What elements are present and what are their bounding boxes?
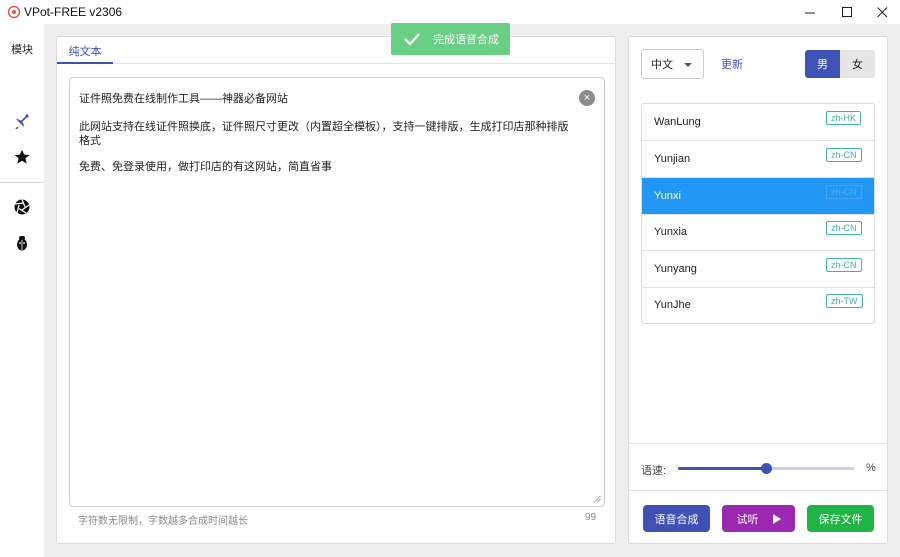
tab-active-indicator [57,62,113,64]
text-input-area[interactable]: 证件照免费在线制作工具——神器必备网站 此网站支持在线证件照换底，证件照尺寸更改… [69,77,605,507]
voice-locale-badge: zh-TW [826,294,863,308]
voice-item-selected[interactable]: Yunxi zh-CN [642,178,874,215]
speed-slider[interactable] [678,463,854,474]
speed-divider [629,443,887,444]
aperture-icon[interactable] [13,198,31,216]
maximize-icon[interactable] [829,0,865,24]
voice-name: Yunxi [654,190,681,202]
gender-male-button[interactable]: 男 [805,50,840,78]
title-bar: VPot-FREE v2306 [0,0,900,24]
voice-item[interactable]: WanLung zh-HK [642,104,874,141]
voice-item[interactable]: Yunyang zh-CN [642,251,874,288]
voice-list: WanLung zh-HK Yunjian zh-CN Yunxi zh-CN … [641,103,875,324]
voice-name: Yunyang [654,263,697,275]
gender-female-button[interactable]: 女 [840,50,875,78]
play-icon [772,513,781,524]
speed-label: 语速: [641,465,667,477]
voice-locale-badge: zh-CN [826,148,862,162]
tab-bar-divider [57,63,617,64]
voice-name: YunJhe [654,299,691,311]
minimize-icon[interactable] [792,0,828,24]
toast-message: 完成语音合成 [433,34,499,46]
module-sidebar: 模块 [0,24,44,557]
satellite-dish-icon[interactable] [13,112,31,130]
resize-handle-icon[interactable] [593,495,601,503]
language-select[interactable]: 中文 [641,49,704,79]
close-icon[interactable] [864,0,900,24]
listen-button[interactable]: 试听 [722,505,795,532]
voice-locale-badge: zh-CN [826,185,862,199]
check-icon [404,33,420,46]
text-line: 证件照免费在线制作工具——神器必备网站 [79,93,288,105]
speed-slider-fill [678,467,766,470]
language-value: 中文 [651,59,673,71]
editor-panel: 纯文本 证件照免费在线制作工具——神器必备网站 此网站支持在线证件照换底，证件照… [56,36,617,544]
gender-toggle: 男 女 [805,50,875,78]
text-line: 免费、免登录使用，做打印店的有这网站，简直省事 [79,161,332,173]
voice-locale-badge: zh-CN [826,221,862,235]
save-label: 保存文件 [818,513,863,526]
voice-item[interactable]: Yunxia zh-CN [642,214,874,251]
voice-panel: 中文 更新 男 女 WanLung zh-HK Yunjian zh-CN Yu… [628,36,888,544]
listen-label: 试听 [736,513,759,526]
update-button[interactable]: 更新 [721,56,743,72]
star-icon[interactable] [13,148,31,166]
bug-icon[interactable] [13,234,31,252]
synthesize-button[interactable]: 语音合成 [643,505,710,532]
tab-plain-text[interactable]: 纯文本 [57,37,113,64]
voice-name: Yunxia [654,226,688,238]
chevron-down-icon [684,63,692,67]
voice-name: Yunjian [654,153,691,165]
success-toast: 完成语音合成 [391,23,510,55]
voice-item[interactable]: Yunjian zh-CN [642,141,874,178]
sidebar-divider [0,182,44,183]
voice-name: WanLung [654,116,701,128]
save-file-button[interactable]: 保存文件 [807,505,874,532]
length-hint: 字符数无限制，字数越多合成时间越长 [78,516,248,527]
button-divider [629,490,887,491]
text-line: 此网站支持在线证件照换底，证件照尺寸更改（内置超全模板），支持一键排版，生成打印… [79,121,569,133]
window-title: VPot-FREE v2306 [24,5,123,19]
voice-locale-badge: zh-HK [826,111,862,125]
voice-item[interactable]: YunJhe zh-TW [642,287,874,323]
speed-unit: % [866,462,876,474]
sidebar-title: 模块 [11,44,33,56]
voice-locale-badge: zh-CN [826,258,862,272]
text-line: 格式 [79,135,101,147]
speed-slider-thumb[interactable] [761,463,772,474]
clear-circle-icon[interactable]: × [579,90,595,106]
synthesize-label: 语音合成 [654,513,699,526]
character-count: 99 [585,512,597,523]
app-logo-icon [7,5,21,19]
